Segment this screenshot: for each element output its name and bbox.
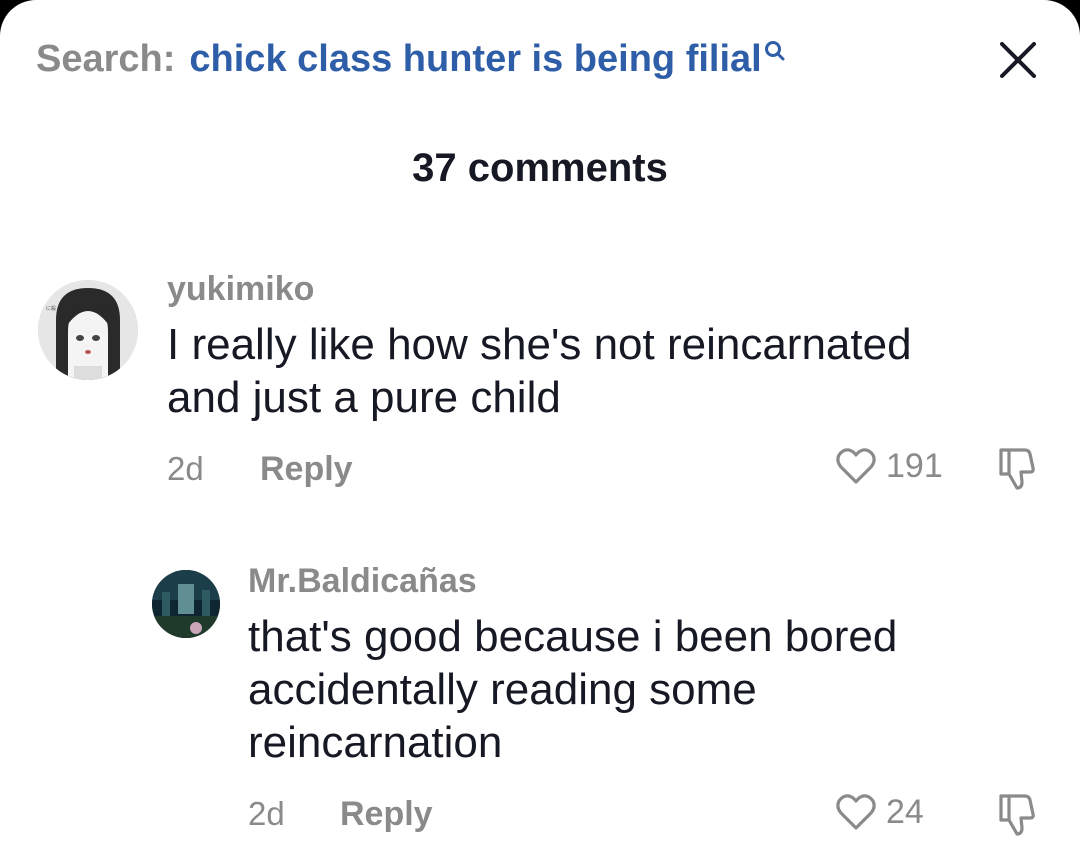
comment-time: 2d — [167, 450, 204, 487]
search-suggestion[interactable]: Search: chick class hunter is being fili… — [36, 38, 786, 81]
dislike-button[interactable] — [995, 444, 1041, 490]
comment-text: I really like how she's not reincarnated… — [167, 320, 912, 422]
reply-button[interactable]: Reply — [260, 450, 353, 489]
like-count: 24 — [886, 792, 924, 831]
comment-time: 2d — [248, 795, 285, 832]
avatar[interactable] — [152, 570, 220, 638]
close-icon — [1000, 42, 1036, 78]
comment-username[interactable]: yukimiko — [167, 270, 314, 309]
dislike-button[interactable] — [995, 790, 1041, 836]
close-button[interactable] — [996, 38, 1040, 82]
thumbs-down-icon — [999, 794, 1035, 836]
search-query-link[interactable]: chick class hunter is being filial — [189, 38, 761, 81]
avatar[interactable]: に殺 — [38, 280, 138, 380]
search-label: Search: — [36, 38, 176, 80]
thumbs-down-icon — [999, 448, 1035, 490]
like-button[interactable]: 191 — [834, 444, 943, 488]
search-icon — [764, 40, 786, 70]
svg-text:に殺: に殺 — [46, 305, 56, 312]
like-button[interactable]: 24 — [834, 790, 924, 834]
comments-sheet: Search: chick class hunter is being fili… — [0, 0, 1080, 850]
comment-username[interactable]: Mr.Baldicañas — [248, 562, 477, 601]
heart-icon — [836, 448, 876, 484]
like-count: 191 — [886, 446, 943, 485]
comment-count: 37 comments — [412, 146, 668, 190]
reply-button[interactable]: Reply — [340, 795, 433, 834]
comment-text: that's good because i been bored acciden… — [248, 612, 898, 767]
heart-icon — [836, 794, 876, 830]
